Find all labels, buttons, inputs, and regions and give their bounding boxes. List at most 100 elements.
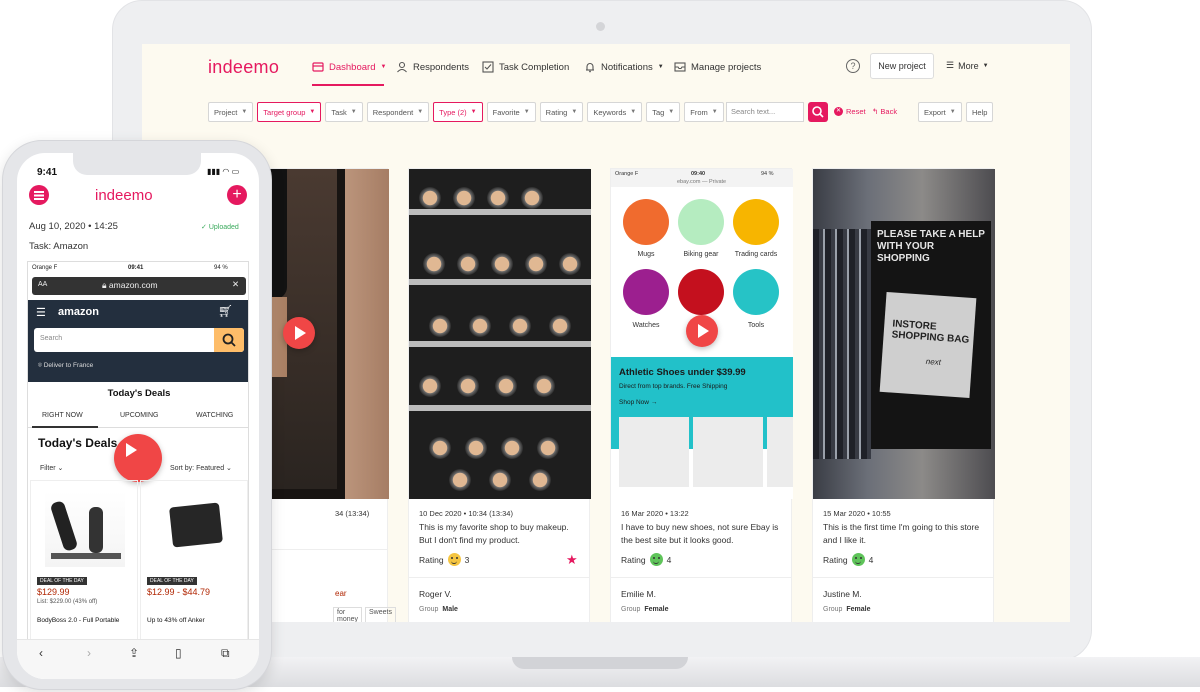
banner-title: Athletic Shoes under $39.99 [619, 367, 746, 378]
hamburger-icon[interactable] [29, 185, 49, 205]
filter-favorite[interactable]: Favorite ▼ [486, 102, 536, 122]
deliver-to[interactable]: ⌾ Deliver to France [38, 362, 93, 370]
tab-upcoming[interactable]: UPCOMING [120, 412, 159, 419]
respondent-group: Group Female [823, 606, 870, 613]
more-menu[interactable]: ☰ More ▼ [946, 60, 989, 71]
filter-from[interactable]: From ▼ [684, 102, 724, 122]
respondent-name[interactable]: Roger V. [419, 589, 452, 599]
figure [89, 507, 103, 553]
filter-type[interactable]: Type (2) ▼ [433, 102, 483, 122]
favorite-star-icon[interactable]: ★ [566, 552, 578, 568]
bag-brand: next [925, 356, 942, 367]
category-biking-image [678, 199, 724, 245]
entry-rating: Rating 4 [823, 553, 873, 566]
compact [429, 315, 451, 337]
chevron-down-icon: ▼ [571, 109, 578, 115]
tabs-icon[interactable]: ⧉ [221, 646, 230, 661]
makeup-photo [409, 169, 591, 499]
share-icon[interactable]: ⇪ [129, 646, 139, 660]
product-price: $12.99 - $44.79 [147, 587, 211, 597]
laptop-camera [596, 22, 605, 31]
compact [419, 187, 441, 209]
filter-label: Task [331, 107, 347, 117]
card-text-fragment: ear [335, 589, 347, 598]
cart-icon[interactable]: 🛒︎ [218, 304, 233, 318]
compact [509, 315, 531, 337]
bookmarks-icon[interactable]: ▯ [175, 646, 182, 660]
location-pin-icon: ⌾ [38, 362, 42, 369]
forward-icon[interactable]: › [87, 646, 91, 660]
reset-button[interactable]: ✕ Reset [834, 107, 866, 116]
export-label: Export [924, 107, 946, 117]
amazon-search-button[interactable] [214, 328, 244, 352]
help-button[interactable]: Help [966, 102, 994, 122]
search-input[interactable]: Search text... [726, 102, 804, 122]
browser-toolbar: ‹ › ⇪ ▯ ⧉ [17, 639, 259, 679]
tab-right-now[interactable]: RIGHT NOW [42, 412, 83, 419]
export-button[interactable]: Export ▼ [918, 102, 962, 122]
tag-chip[interactable]: Sweets [365, 607, 396, 622]
tab-watching[interactable]: WATCHING [196, 412, 233, 419]
shop-now-link[interactable]: Shop Now → [619, 399, 657, 406]
back-label: Back [880, 107, 898, 116]
entry-media-makeup[interactable] [409, 169, 591, 499]
text-size-button[interactable]: AA [38, 281, 47, 288]
compact [549, 315, 571, 337]
nav-respondents[interactable]: Respondents [396, 58, 469, 76]
phone-notch [73, 153, 201, 175]
sort-dropdown[interactable]: Sort by: Featured ⌄ [170, 464, 232, 472]
amazon-screenshot[interactable]: Orange F 09:41 94 % AA 🔒︎ amazon.com ✕ ☰… [27, 261, 249, 679]
entry-media-ebay[interactable]: Orange F 09:40 ebay.com — Private 94 % M… [611, 169, 793, 499]
help-icon[interactable]: ? [846, 59, 860, 73]
respondent-name[interactable]: Justine M. [823, 589, 862, 599]
entry-card[interactable]: PLEASE TAKE A HELP WITH YOUR SHOPPING IN… [812, 168, 995, 622]
play-icon[interactable] [283, 317, 315, 349]
compact [491, 253, 513, 275]
filter-task[interactable]: Task ▼ [325, 102, 363, 122]
filter-rating[interactable]: Rating ▼ [539, 102, 584, 122]
status-time: 09:41 [128, 265, 144, 271]
search-button[interactable] [808, 102, 828, 122]
play-icon[interactable] [686, 315, 718, 347]
nav-manage-projects[interactable]: Manage projects [674, 58, 761, 76]
clothing-rack [813, 229, 871, 459]
respondent-name[interactable]: Emilie M. [621, 589, 656, 599]
filter-dropdown[interactable]: Filter ⌄ [40, 464, 63, 472]
category-tools-image [733, 269, 779, 315]
card-divider [813, 577, 993, 578]
amazon-logo[interactable]: amazon [58, 306, 99, 318]
back-icon[interactable]: ‹ [39, 646, 43, 660]
filter-respondent[interactable]: Respondent ▼ [366, 102, 430, 122]
nav-notifications[interactable]: Notifications ▼ [584, 58, 664, 76]
amazon-search-input[interactable]: Search [34, 328, 244, 352]
add-icon[interactable]: + [227, 185, 247, 205]
nav-task-completion[interactable]: Task Completion [482, 58, 569, 76]
close-icon[interactable]: ✕ [232, 279, 239, 290]
entry-card[interactable]: Orange F 09:40 ebay.com — Private 94 % M… [610, 168, 793, 622]
chevron-down-icon: ▼ [470, 109, 477, 115]
indeemo-logo[interactable]: indeemo [208, 57, 279, 78]
search-icon [222, 333, 236, 347]
url-bar[interactable]: AA 🔒︎ amazon.com ✕ [32, 277, 246, 295]
tag-chip[interactable]: for money [333, 607, 362, 622]
play-icon[interactable] [114, 434, 162, 482]
chevron-down-icon: ▼ [309, 109, 316, 115]
rating-label: Rating [621, 554, 646, 565]
entry-card[interactable]: 10 Dec 2020 • 10:34 (13:34) This is my f… [408, 168, 591, 622]
nav-dashboard[interactable]: Dashboard ▼ [312, 58, 386, 76]
compact [487, 187, 509, 209]
filter-target-group[interactable]: Target group ▼ [257, 102, 322, 122]
filter-tag[interactable]: Tag ▼ [646, 102, 681, 122]
hamburger-icon[interactable]: ☰ [36, 306, 46, 319]
entry-media-store[interactable]: PLEASE TAKE A HELP WITH YOUR SHOPPING IN… [813, 169, 995, 499]
filter-project[interactable]: Project ▼ [208, 102, 254, 122]
poster-text: PLEASE TAKE A HELP WITH YOUR SHOPPING [877, 229, 985, 264]
filter-keywords[interactable]: Keywords ▼ [587, 102, 643, 122]
bell-icon [586, 63, 594, 73]
filter-label: Favorite [492, 107, 520, 117]
back-button[interactable]: ↰ Back [872, 107, 897, 116]
entry-rating: Rating 3 [419, 553, 469, 566]
inbox-icon [674, 62, 686, 72]
new-project-button[interactable]: New project [870, 53, 934, 79]
status-url: ebay.com — Private [677, 179, 727, 185]
